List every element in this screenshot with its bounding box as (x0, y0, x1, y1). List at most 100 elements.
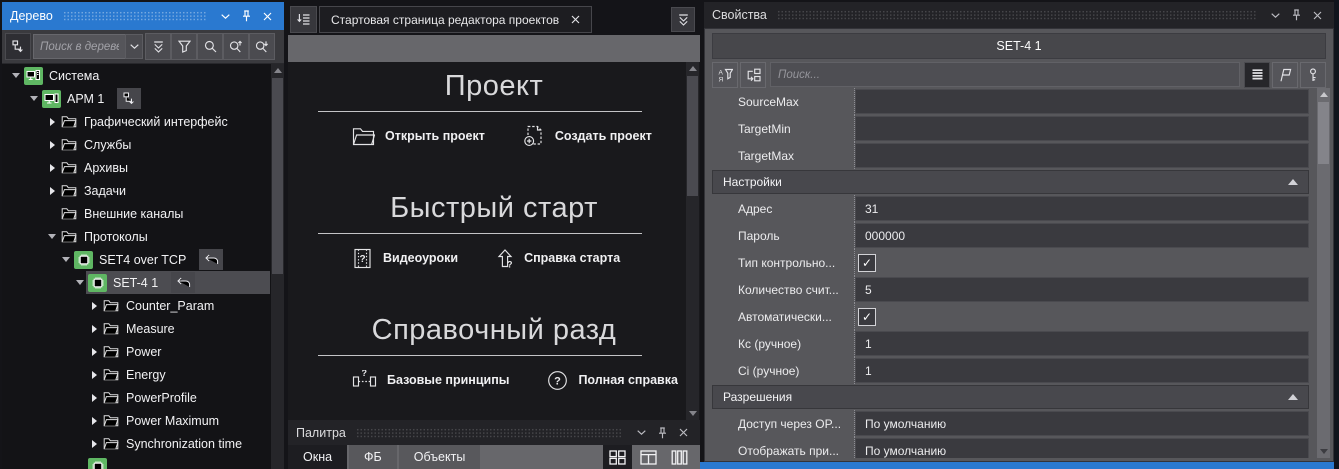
start-page-scrollbar[interactable] (686, 62, 699, 420)
tree-sync-button[interactable] (5, 33, 31, 60)
property-value[interactable]: 000000 (855, 223, 1309, 248)
property-value[interactable]: По умолчанию (855, 438, 1309, 458)
filter-button[interactable] (171, 32, 197, 60)
property-value[interactable]: 1 (855, 331, 1309, 356)
drag-handle-dots[interactable] (776, 10, 1257, 20)
table-view-button[interactable] (634, 445, 663, 469)
tab-close-button[interactable] (571, 15, 580, 24)
flag-view-button[interactable] (1272, 61, 1298, 88)
scroll-up-icon[interactable] (271, 64, 284, 77)
close-panel-button[interactable] (675, 425, 692, 441)
start-link[interactable]: ? Полная справка (547, 370, 678, 391)
tree-search-dropdown-button[interactable] (125, 34, 143, 59)
palette-tab[interactable]: ФБ (349, 445, 397, 469)
tree-item[interactable]: SET4 over TCP (2, 248, 284, 271)
tab-list-button[interactable] (290, 6, 317, 33)
tree-scrollbar-thumb[interactable] (272, 78, 283, 274)
expand-arrow-icon[interactable] (88, 363, 100, 386)
tree-item[interactable]: Задачи (2, 179, 284, 202)
undo-badge-button[interactable] (199, 249, 224, 270)
tree-item[interactable]: Архивы (2, 156, 284, 179)
collapse-editor-button[interactable] (671, 7, 695, 32)
tree-item[interactable]: Power Maximum (2, 409, 284, 432)
columns-view-button[interactable] (665, 445, 694, 469)
property-section-header[interactable]: Разрешения (712, 385, 1309, 409)
expand-arrow-icon[interactable] (46, 110, 58, 133)
start-link[interactable]: ? Видеоуроки (352, 248, 458, 269)
key-properties-button[interactable] (1300, 61, 1326, 88)
expand-arrow-icon[interactable] (88, 317, 100, 340)
start-link[interactable]: ? Базовые принципы (352, 370, 509, 390)
start-page-scrollbar-thumb[interactable] (687, 76, 698, 196)
scroll-down-icon[interactable] (1317, 445, 1330, 458)
undo-badge-button[interactable] (171, 272, 196, 293)
collapse-section-icon[interactable] (1288, 179, 1298, 185)
tree-item[interactable]: SET-4 1 (2, 271, 284, 294)
drag-handle-dots[interactable] (62, 11, 207, 21)
pin-panel-button[interactable] (238, 8, 255, 24)
collapse-arrow-icon[interactable] (46, 225, 58, 248)
property-value[interactable] (855, 143, 1309, 168)
tree-item[interactable]: АРМ 1 (2, 87, 284, 110)
checkbox[interactable]: ✓ (858, 253, 876, 272)
categorized-view-button[interactable] (740, 61, 766, 88)
collapse-arrow-icon[interactable] (74, 271, 86, 294)
palette-tab[interactable]: Объекты (398, 445, 481, 469)
collapse-all-button[interactable] (145, 33, 171, 61)
scroll-up-icon[interactable] (686, 62, 699, 75)
expand-arrow-icon[interactable] (46, 156, 58, 179)
expand-arrow-icon[interactable] (88, 340, 100, 363)
property-section-header[interactable]: Настройки (712, 170, 1309, 194)
checkbox[interactable]: ✓ (858, 307, 876, 326)
expand-arrow-icon[interactable] (46, 133, 58, 156)
tree-item[interactable]: Power (2, 340, 284, 363)
tree-item[interactable]: Energy (2, 363, 284, 386)
search-button[interactable] (197, 32, 223, 60)
tree-item[interactable] (2, 455, 284, 469)
properties-scrollbar-thumb[interactable] (1318, 102, 1329, 164)
pin-panel-button[interactable] (1288, 7, 1305, 23)
tree-item[interactable]: Протоколы (2, 225, 284, 248)
drag-handle-dots[interactable] (355, 427, 623, 438)
properties-search-input[interactable] (770, 62, 1240, 87)
tree-item[interactable]: Measure (2, 317, 284, 340)
tree-search-input[interactable] (33, 34, 125, 59)
expand-arrow-icon[interactable] (88, 432, 100, 455)
property-value[interactable] (855, 116, 1309, 141)
collapse-arrow-icon[interactable] (28, 87, 40, 110)
expand-arrow-icon[interactable] (88, 409, 100, 432)
expand-arrow-icon[interactable] (88, 386, 100, 409)
properties-scrollbar[interactable] (1317, 88, 1330, 458)
property-value[interactable]: 31 (855, 196, 1309, 221)
collapse-arrow-icon[interactable] (60, 248, 72, 271)
tree-item[interactable]: Внешние каналы (2, 202, 284, 225)
property-value[interactable]: 5 (855, 277, 1309, 302)
tree-scrollbar[interactable] (271, 64, 284, 469)
search-next-button[interactable] (249, 32, 275, 60)
tree-item[interactable]: Графический интерфейс (2, 110, 284, 133)
tree-item[interactable]: PowerProfile (2, 386, 284, 409)
tree-item[interactable]: Counter_Param (2, 294, 284, 317)
collapse-arrow-icon[interactable] (10, 64, 22, 87)
grid-view-button[interactable] (603, 445, 632, 469)
panel-menu-button[interactable] (633, 425, 650, 441)
close-panel-button[interactable] (259, 8, 276, 24)
property-value[interactable] (855, 89, 1309, 114)
scroll-up-icon[interactable] (1317, 88, 1330, 101)
start-page-tab[interactable]: Стартовая страница редактора проектов (319, 6, 593, 33)
property-value[interactable]: 1 (855, 358, 1309, 383)
close-panel-button[interactable] (1309, 7, 1326, 23)
hierarchy-badge-button[interactable] (117, 88, 142, 109)
property-value[interactable]: По умолчанию (855, 411, 1309, 436)
start-link[interactable]: Создать проект (523, 125, 652, 147)
list-view-button[interactable] (1244, 61, 1270, 88)
collapse-section-icon[interactable] (1288, 394, 1298, 400)
pin-panel-button[interactable] (654, 425, 671, 441)
palette-tab[interactable]: Окна (288, 445, 348, 469)
tree-item[interactable]: Система (2, 64, 284, 87)
search-previous-button[interactable] (223, 32, 249, 60)
panel-menu-button[interactable] (1267, 7, 1284, 23)
panel-menu-button[interactable] (217, 8, 234, 24)
tree-item[interactable]: Synchronization time (2, 432, 284, 455)
expand-arrow-icon[interactable] (88, 294, 100, 317)
